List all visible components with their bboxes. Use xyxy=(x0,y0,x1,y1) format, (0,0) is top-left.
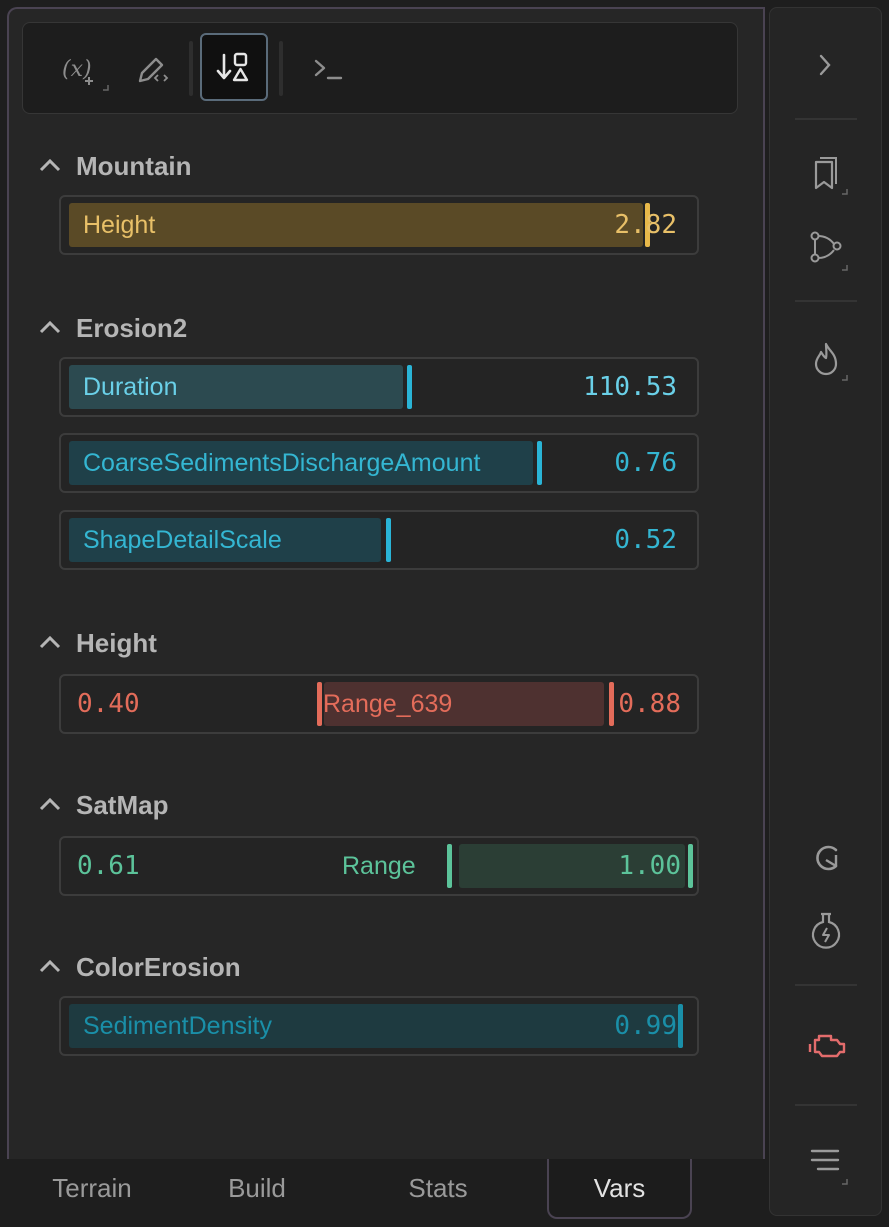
slider-value: 110.53 xyxy=(583,372,677,402)
chevron-up-icon xyxy=(39,959,61,973)
section-header-height[interactable]: Height xyxy=(38,626,157,660)
slider-shape-detail-scale[interactable]: ShapeDetailScale 0.52 xyxy=(59,510,699,570)
chevron-up-icon xyxy=(39,797,61,811)
sort-shapes-button[interactable] xyxy=(200,33,268,101)
slider-label: CoarseSedimentsDischargeAmount xyxy=(83,449,481,477)
terminal-icon xyxy=(314,59,343,80)
slider-value: 0.52 xyxy=(614,525,677,555)
rail-separator xyxy=(795,1104,857,1106)
range-min-value: 0.40 xyxy=(77,689,140,719)
engine-icon xyxy=(808,1034,846,1058)
slider-height[interactable]: Height 2.82 xyxy=(59,195,699,255)
tab-vars[interactable]: Vars xyxy=(547,1159,692,1219)
section-title: Height xyxy=(76,627,157,658)
slider-value: 0.99 xyxy=(614,1011,677,1041)
slider-handle[interactable] xyxy=(386,518,391,562)
rail-separator xyxy=(795,300,857,302)
svg-text:(x): (x) xyxy=(62,57,92,82)
edit-button[interactable] xyxy=(118,33,186,101)
tab-bar: Terrain Build Stats Vars xyxy=(7,1159,765,1227)
range-min-handle[interactable] xyxy=(317,682,322,726)
range-max-value: 0.88 xyxy=(618,689,681,719)
node-graph-icon xyxy=(810,231,848,271)
chevron-up-icon xyxy=(39,320,61,334)
range-max-handle[interactable] xyxy=(609,682,614,726)
toolbar-separator xyxy=(279,41,283,96)
slider-label: ShapeDetailScale xyxy=(83,526,282,554)
flame-icon xyxy=(814,342,848,381)
range-max-handle[interactable] xyxy=(688,844,693,888)
section-header-colorerosion[interactable]: ColorErosion xyxy=(38,950,241,984)
chevron-right-icon xyxy=(819,54,831,76)
refresh-button[interactable] xyxy=(770,830,883,886)
slider-duration[interactable]: Duration 110.53 xyxy=(59,357,699,417)
add-variable-button[interactable]: (x) xyxy=(48,33,116,101)
expand-button[interactable] xyxy=(770,37,883,93)
range-max-value: 1.00 xyxy=(618,851,681,881)
slider-handle[interactable] xyxy=(407,365,412,409)
slider-value: 0.76 xyxy=(614,448,677,478)
slider-label: SedimentDensity xyxy=(83,1012,272,1040)
range-label: Range xyxy=(342,852,416,880)
slider-handle[interactable] xyxy=(537,441,542,485)
section-title: SatMap xyxy=(76,789,169,820)
tab-build[interactable]: Build xyxy=(192,1159,322,1219)
chevron-up-icon xyxy=(39,158,61,172)
rail-separator xyxy=(795,984,857,986)
slider-coarse-sediments[interactable]: CoarseSedimentsDischargeAmount 0.76 xyxy=(59,433,699,493)
range-slider-range-639[interactable]: 0.40 Range_639 0.88 xyxy=(59,674,699,734)
tab-stats[interactable]: Stats xyxy=(373,1159,503,1219)
slider-handle[interactable] xyxy=(678,1004,683,1048)
slider-label: Duration xyxy=(83,373,178,401)
section-title: ColorErosion xyxy=(76,951,241,982)
flame-button[interactable] xyxy=(770,330,883,386)
sort-shapes-icon xyxy=(216,52,249,82)
refresh-icon xyxy=(816,845,838,871)
slider-label: Height xyxy=(83,211,156,239)
section-header-satmap[interactable]: SatMap xyxy=(38,788,168,822)
add-variable-icon: (x) xyxy=(62,57,109,91)
edit-icon xyxy=(138,57,169,83)
bookmark-icon xyxy=(814,157,848,195)
menu-icon xyxy=(810,1149,848,1185)
range-label: Range_639 xyxy=(323,690,453,718)
rail-separator xyxy=(795,118,857,120)
slider-sediment-density[interactable]: SedimentDensity 0.99 xyxy=(59,996,699,1056)
range-min-value: 0.61 xyxy=(77,851,140,881)
range-slider-range[interactable]: 0.61 Range 1.00 xyxy=(59,836,699,896)
section-title: Erosion2 xyxy=(76,312,188,343)
bookmarks-button[interactable] xyxy=(770,148,883,204)
chevron-up-icon xyxy=(39,635,61,649)
toolbar-separator xyxy=(189,41,193,96)
menu-button[interactable] xyxy=(770,1132,883,1188)
flask-button[interactable] xyxy=(770,904,883,960)
slider-value: 2.82 xyxy=(614,210,677,240)
terminal-button[interactable] xyxy=(298,33,366,101)
node-graph-button[interactable] xyxy=(770,220,883,276)
section-header-erosion2[interactable]: Erosion2 xyxy=(38,311,187,345)
tab-terrain[interactable]: Terrain xyxy=(27,1159,157,1219)
toolbar: (x) xyxy=(22,22,738,114)
flask-icon xyxy=(811,912,841,949)
section-header-mountain[interactable]: Mountain xyxy=(38,149,192,183)
range-min-handle[interactable] xyxy=(447,844,452,888)
right-rail xyxy=(769,7,882,1216)
section-title: Mountain xyxy=(76,150,192,181)
engine-button[interactable] xyxy=(770,1018,883,1074)
